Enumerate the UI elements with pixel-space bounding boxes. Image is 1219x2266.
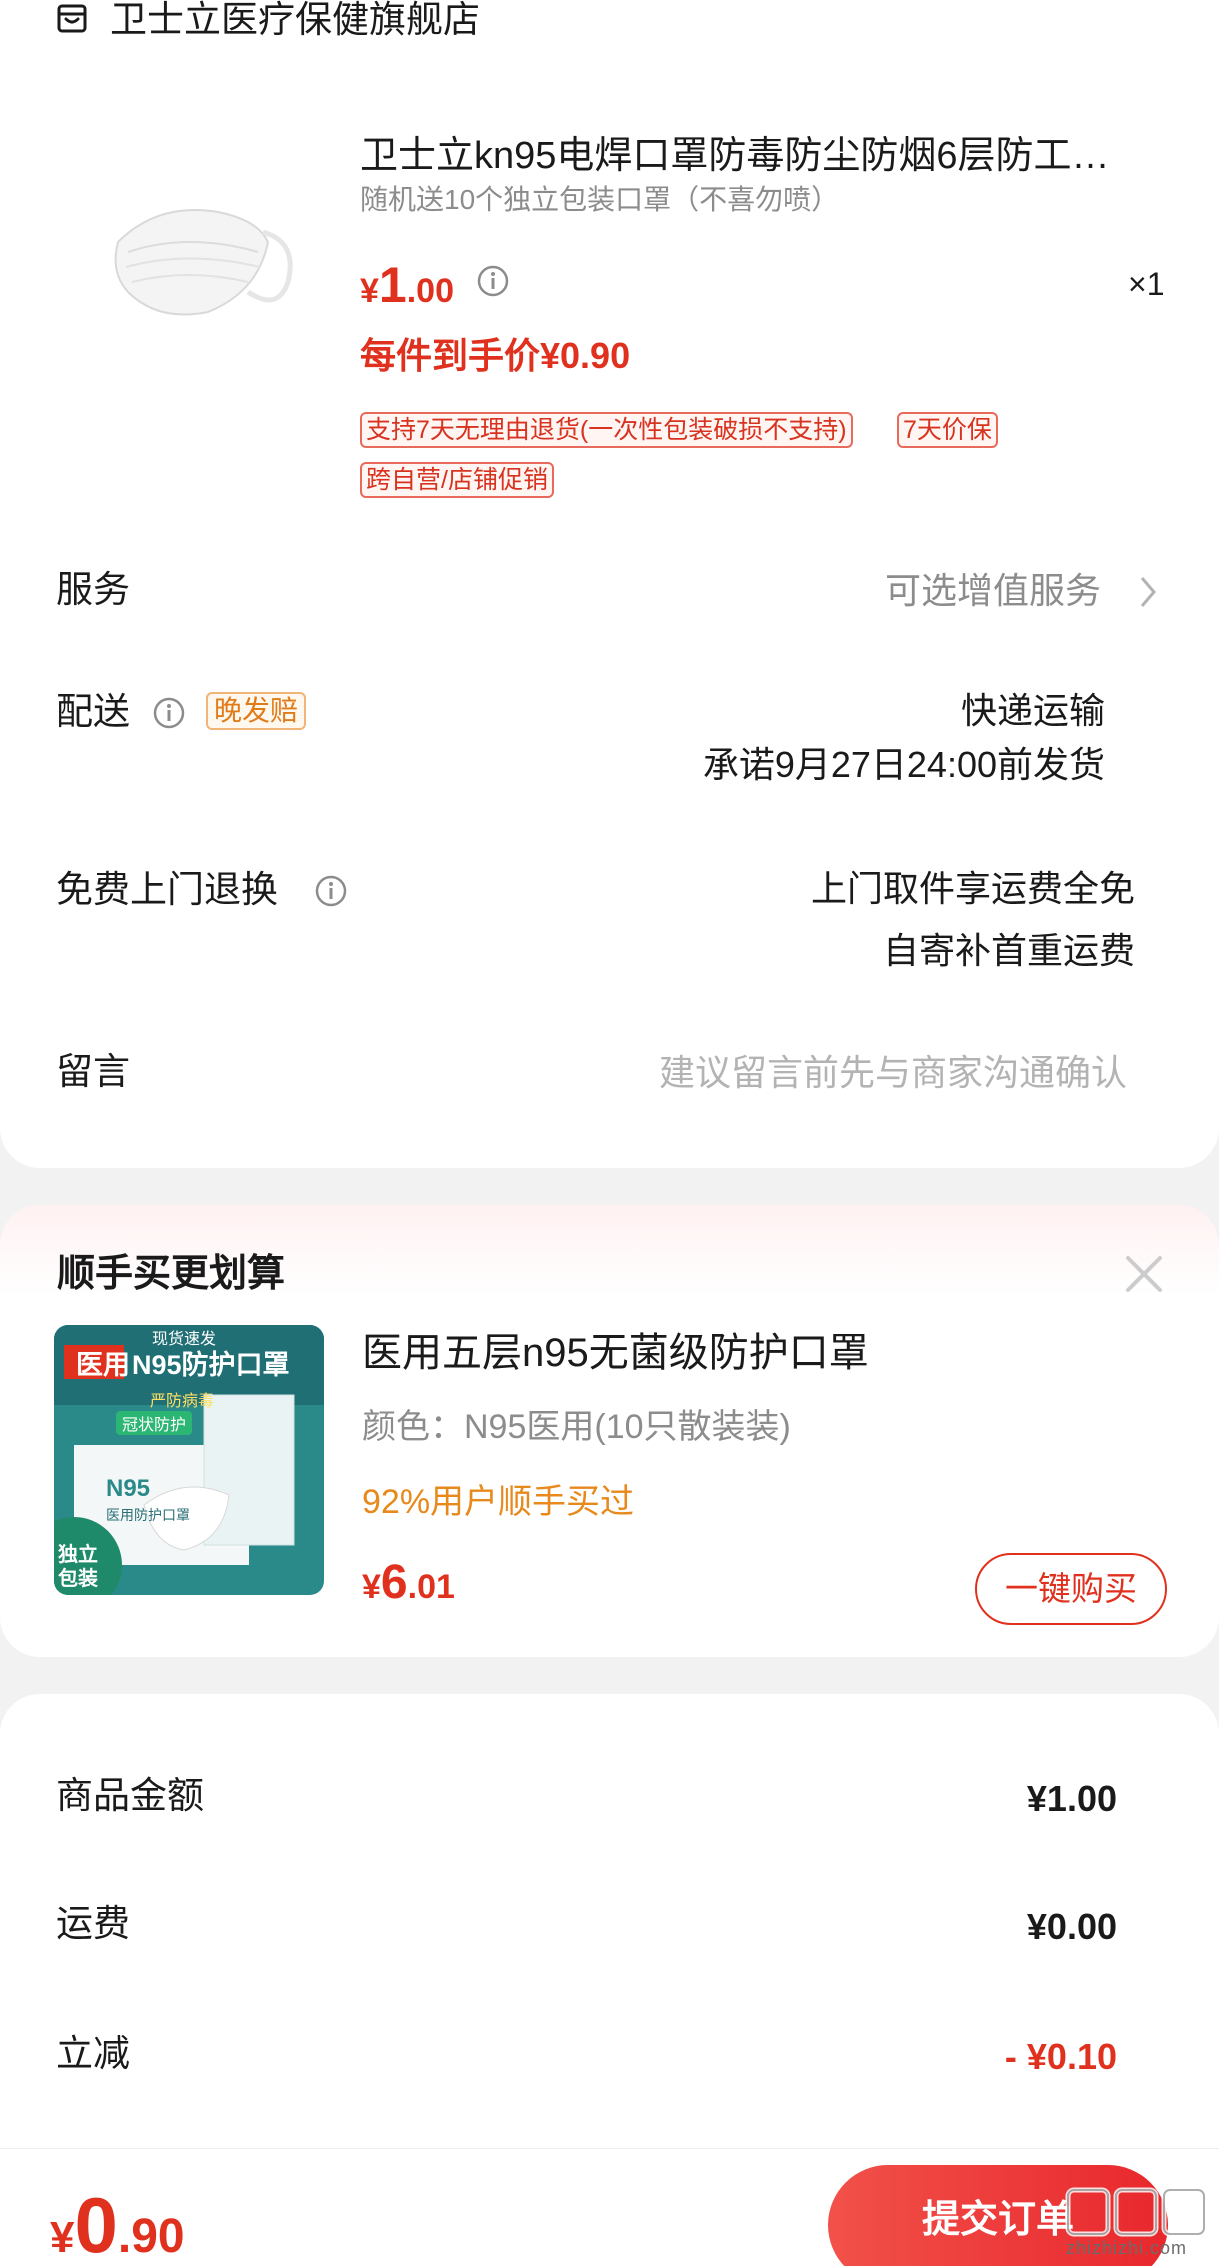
delivery-label: 配送: [56, 691, 130, 732]
info-icon[interactable]: [314, 874, 348, 908]
addon-title: 顺手买更划算: [57, 1253, 286, 1295]
service-value[interactable]: 可选增值服务: [885, 568, 1101, 614]
store-icon: [57, 4, 87, 33]
addon-price-integer: 6: [380, 1556, 408, 1609]
image-text-corner: 独立包装: [58, 1544, 98, 1590]
discount-value: - ¥0.10: [1004, 2036, 1117, 2077]
product-price: ¥1.00: [360, 256, 454, 314]
product-title[interactable]: 卫士立kn95电焊口罩防毒防尘防烟6层防工…: [360, 132, 1150, 180]
delivery-promise: 承诺9月27日24:00前发货: [702, 744, 1105, 785]
discount-label: 立减: [56, 2033, 130, 2074]
image-text-sub-1: 严防病毒: [150, 1393, 215, 1410]
tag-promotion[interactable]: 跨自营/店铺促销: [360, 462, 554, 498]
return-line-2: 自寄补首重运费: [882, 930, 1135, 971]
one-click-buy-button[interactable]: 一键购买: [975, 1553, 1167, 1625]
goods-amount-label: 商品金额: [56, 1775, 204, 1816]
price-decimal: .00: [406, 272, 454, 310]
net-price: 每件到手价¥0.90: [360, 335, 631, 376]
watermark-text: zhizhizhi.com: [1066, 2238, 1188, 2258]
tag-return-policy[interactable]: 支持7天无理由退货(一次性包装破损不支持): [360, 412, 853, 448]
info-icon[interactable]: [152, 696, 186, 730]
order-card: 卫士立医疗保健旗舰店 卫士立kn95电焊口罩防毒防尘防烟6层防工… 随机送10个…: [0, 0, 1219, 1168]
image-text-box-sub: 医用防护口罩: [106, 1507, 190, 1523]
message-label: 留言: [56, 1051, 130, 1092]
addon-product-name[interactable]: 医用五层n95无菌级防护口罩: [362, 1328, 869, 1378]
addon-product-spec[interactable]: 颜色：N95医用(10只散装装): [362, 1405, 791, 1449]
addon-price-decimal: .01: [407, 1568, 455, 1606]
image-text-box: N95: [106, 1475, 151, 1502]
delivery-method[interactable]: 快递运输: [961, 688, 1105, 734]
shop-name[interactable]: 卫士立医疗保健旗舰店: [110, 0, 480, 40]
submit-order-label: 提交订单: [921, 2199, 1074, 2241]
goods-amount-value: ¥1.00: [1026, 1778, 1117, 1819]
close-icon[interactable]: [1120, 1250, 1168, 1298]
return-label: 免费上门退换: [56, 869, 278, 910]
service-label: 服务: [56, 569, 130, 610]
image-text-sub-2: 冠状防护: [116, 1411, 193, 1435]
product-quantity: ×1: [1128, 266, 1165, 302]
total-currency: ¥: [50, 2213, 75, 2262]
addon-price-currency: ¥: [362, 1568, 381, 1606]
addon-product-image[interactable]: 现货速发 医用 N95防护口罩 严防病毒 冠状防护 N95 医用防护口罩 独立包…: [54, 1325, 324, 1595]
total-decimal: .90: [117, 2210, 185, 2263]
late-compensation-badge[interactable]: 晚发赔: [206, 692, 307, 730]
image-text-headline-b: N95防护口罩: [132, 1350, 290, 1380]
return-line-1: 上门取件享运费全免: [810, 868, 1135, 909]
tag-price-protect[interactable]: 7天价保: [897, 412, 998, 448]
info-icon[interactable]: [476, 264, 510, 298]
addon-social-proof: 92%用户顺手买过: [362, 1483, 635, 1521]
shipping-value: ¥0.00: [1026, 1906, 1117, 1947]
chevron-right-icon[interactable]: [1138, 574, 1158, 610]
image-text-headline-a: 医用: [76, 1350, 130, 1380]
total-price: ¥0.90: [50, 2180, 185, 2266]
product-subtitle: 随机送10个独立包装口罩（不喜勿喷）: [360, 184, 840, 215]
message-input[interactable]: 建议留言前先与商家沟通确认: [659, 1050, 1127, 1096]
price-currency: ¥: [360, 272, 379, 310]
face-mask-image[interactable]: [98, 172, 298, 342]
total-integer: 0: [74, 2181, 118, 2266]
shipping-label: 运费: [56, 1903, 130, 1944]
price-integer: 1: [378, 257, 407, 313]
addon-price: ¥6.01: [362, 1555, 455, 1610]
